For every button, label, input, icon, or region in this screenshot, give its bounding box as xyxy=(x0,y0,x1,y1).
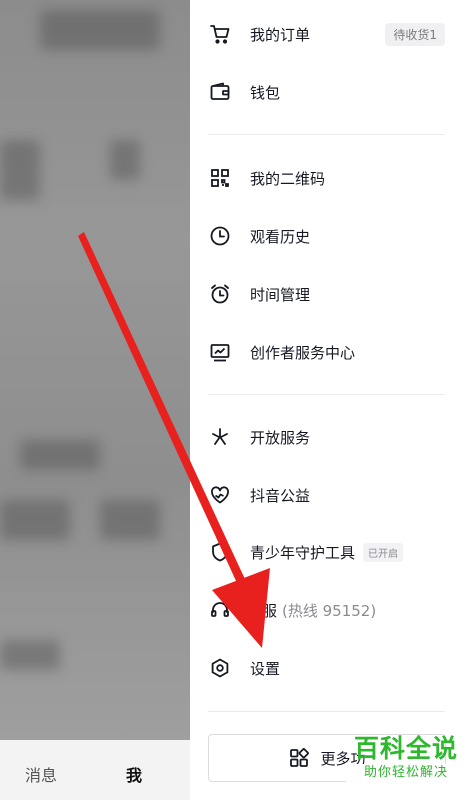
enabled-badge: 已开启 xyxy=(363,542,404,562)
menu-item-label: 青少年守护工具 xyxy=(250,543,356,562)
menu-item-open-service[interactable]: 开放服务 xyxy=(208,421,445,453)
youth-guard-icon xyxy=(208,540,232,564)
pending-receipt-badge: 待收货1 xyxy=(385,23,445,46)
menu-item-label: 观看历史 xyxy=(250,227,311,246)
menu-item-label: 我的订单 xyxy=(250,25,311,44)
tab-messages[interactable]: 消息 xyxy=(25,762,57,786)
blurred-content xyxy=(40,10,160,50)
menu-item-orders[interactable]: 我的订单 待收货1 xyxy=(208,18,445,50)
divider xyxy=(208,134,445,135)
blurred-content xyxy=(0,140,40,200)
hotline-text: (热线 95152) xyxy=(282,601,377,620)
blurred-content xyxy=(100,500,160,540)
menu-item-youth-guard[interactable]: 青少年守护工具 已开启 xyxy=(208,536,445,568)
settings-hexagon-icon xyxy=(208,656,232,680)
menu-item-label: 抖音公益 xyxy=(250,486,311,505)
wallet-icon xyxy=(208,80,232,104)
blurred-content xyxy=(20,440,100,470)
menu-item-label: 开放服务 xyxy=(250,428,311,447)
menu-item-label: 时间管理 xyxy=(250,285,311,304)
watermark-title: 百科全说 xyxy=(353,734,458,763)
menu-item-label: 设置 xyxy=(250,659,281,678)
divider xyxy=(208,711,445,712)
alarm-clock-icon xyxy=(208,282,232,306)
menu-item-charity[interactable]: 抖音公益 xyxy=(208,479,445,511)
watermark-subtitle: 助你轻松解决 xyxy=(346,764,466,782)
menu-item-creator-center[interactable]: 创作者服务中心 xyxy=(208,336,445,368)
cart-icon xyxy=(208,22,232,46)
menu-item-wallet[interactable]: 钱包 xyxy=(208,76,445,108)
qr-code-icon xyxy=(208,166,232,190)
menu-item-label: 钱包 xyxy=(250,83,281,102)
menu-item-watch-history[interactable]: 观看历史 xyxy=(208,220,445,252)
menu-item-settings[interactable]: 设置 xyxy=(208,652,445,684)
blurred-content xyxy=(0,640,60,670)
tab-me[interactable]: 我 xyxy=(126,762,142,786)
menu-item-label: 创作者服务中心 xyxy=(250,343,356,362)
heart-charity-icon xyxy=(208,483,232,507)
grid-icon xyxy=(288,747,310,769)
menu-item-label: 服 xyxy=(262,601,278,620)
background-app: 消息 我 xyxy=(0,0,190,800)
watermark-logo: 百科全说 助你轻松解决 xyxy=(346,734,466,794)
clock-icon xyxy=(208,224,232,248)
open-service-icon xyxy=(208,425,232,449)
creator-chart-icon xyxy=(208,340,232,364)
side-drawer: 我的订单 待收货1 钱包 我的二维码 观看历史 时间管理 创作者服务中心 开放服… xyxy=(190,0,473,800)
blurred-content xyxy=(0,500,70,540)
bottom-tab-bar: 消息 我 xyxy=(0,740,190,800)
headset-icon xyxy=(208,598,232,622)
menu-item-time-management[interactable]: 时间管理 xyxy=(208,278,445,310)
menu-item-customer-service[interactable]: 服 (热线 95152) xyxy=(208,594,445,626)
menu-item-label: 我的二维码 xyxy=(250,169,326,188)
divider xyxy=(208,394,445,395)
menu-item-qr-code[interactable]: 我的二维码 xyxy=(208,162,445,194)
blurred-content xyxy=(110,140,140,180)
